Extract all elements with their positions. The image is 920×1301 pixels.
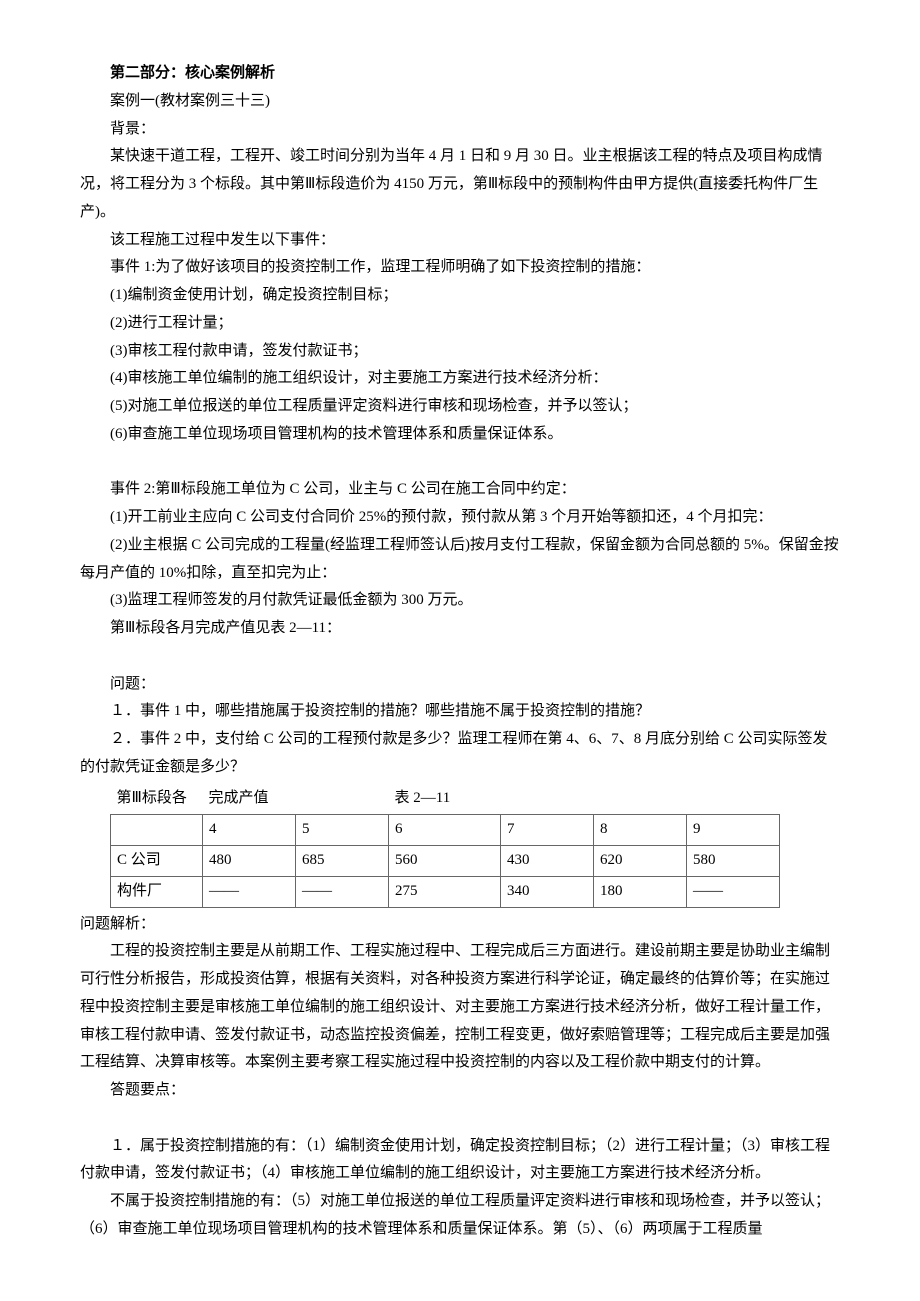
table-cell: —— [203,876,296,907]
section-heading: 第二部分：核心案例解析 [80,60,840,88]
table-cell: —— [687,876,780,907]
list-item: (5)对施工单位报送的单位工程质量评定资料进行审核和现场检查，并予以签认； [80,393,840,421]
paragraph: 不属于投资控制措施的有：（5）对施工单位报送的单位工程质量评定资料进行审核和现场… [80,1188,840,1244]
list-item: (3)监理工程师签发的月付款凭证最低金额为 300 万元。 [80,587,840,615]
table-cell [111,815,203,846]
list-item: (2)业主根据 C 公司完成的工程量(经监理工程师签认后)按月支付工程款，保留金… [80,532,840,588]
paragraph: １．属于投资控制措施的有：（1）编制资金使用计划，确定投资控制目标；（2）进行工… [80,1133,840,1189]
answer-label: 答题要点： [80,1077,840,1105]
spacer [80,449,840,477]
paragraph: 某快速干道工程，工程开、竣工时间分别为当年 4 月 1 日和 9 月 30 日。… [80,143,840,226]
table-title-row: 第Ⅲ标段各 完成产值 表 2—11 [111,785,780,815]
table-title-pad [687,785,780,815]
table-row: 构件厂 —— —— 275 340 180 —— [111,876,780,907]
table-cell: 620 [594,846,687,877]
table-cell: 340 [501,876,594,907]
background-label: 背景： [80,116,840,144]
analysis-label: 问题解析： [80,911,840,939]
list-item: (2)进行工程计量； [80,310,840,338]
list-item: (6)审查施工单位现场项目管理机构的技术管理体系和质量保证体系。 [80,421,840,449]
table-cell: 180 [594,876,687,907]
table-cell: 580 [687,846,780,877]
table-cell: 7 [501,815,594,846]
table-title-right: 表 2—11 [389,785,501,815]
table-cell: 275 [389,876,501,907]
table-cell: 685 [296,846,389,877]
table-title-pad [501,785,594,815]
table-title-pad [594,785,687,815]
list-item: (4)审核施工单位编制的施工组织设计，对主要施工方案进行技术经济分析： [80,365,840,393]
table-cell: 6 [389,815,501,846]
case-name: 案例一(教材案例三十三) [80,88,840,116]
spacer [80,643,840,671]
list-item: (1)开工前业主应向 C 公司支付合同价 25%的预付款，预付款从第 3 个月开… [80,504,840,532]
table-cell: 4 [203,815,296,846]
table-row: C 公司 480 685 560 430 620 580 [111,846,780,877]
event1-intro: 事件 1:为了做好该项目的投资控制工作，监理工程师明确了如下投资控制的措施： [80,254,840,282]
table-cell: 构件厂 [111,876,203,907]
table-title-mid: 完成产值 [203,785,389,815]
table-cell: 9 [687,815,780,846]
table-cell: 560 [389,846,501,877]
question-item: １．事件 1 中，哪些措施属于投资控制的措施？哪些措施不属于投资控制的措施？ [80,698,840,726]
paragraph: 工程的投资控制主要是从前期工作、工程实施过程中、工程完成后三方面进行。建设前期主… [80,938,840,1077]
question-item: ２．事件 2 中，支付给 C 公司的工程预付款是多少？监理工程师在第 4、6、7… [80,726,840,782]
table-cell: C 公司 [111,846,203,877]
paragraph: 该工程施工过程中发生以下事件： [80,227,840,255]
table-cell: —— [296,876,389,907]
list-item: (3)审核工程付款申请，签发付款证书； [80,338,840,366]
table-cell: 5 [296,815,389,846]
spacer [80,1105,840,1133]
table-cell: 8 [594,815,687,846]
production-value-table: 第Ⅲ标段各 完成产值 表 2—11 4 5 6 7 8 9 C 公司 480 6… [110,785,780,908]
table-title-left: 第Ⅲ标段各 [111,785,203,815]
questions-label: 问题： [80,671,840,699]
table-cell: 480 [203,846,296,877]
table-row: 4 5 6 7 8 9 [111,815,780,846]
list-item: (1)编制资金使用计划，确定投资控制目标； [80,282,840,310]
event2-intro: 事件 2:第Ⅲ标段施工单位为 C 公司，业主与 C 公司在施工合同中约定： [80,476,840,504]
paragraph: 第Ⅲ标段各月完成产值见表 2—11： [80,615,840,643]
table-cell: 430 [501,846,594,877]
